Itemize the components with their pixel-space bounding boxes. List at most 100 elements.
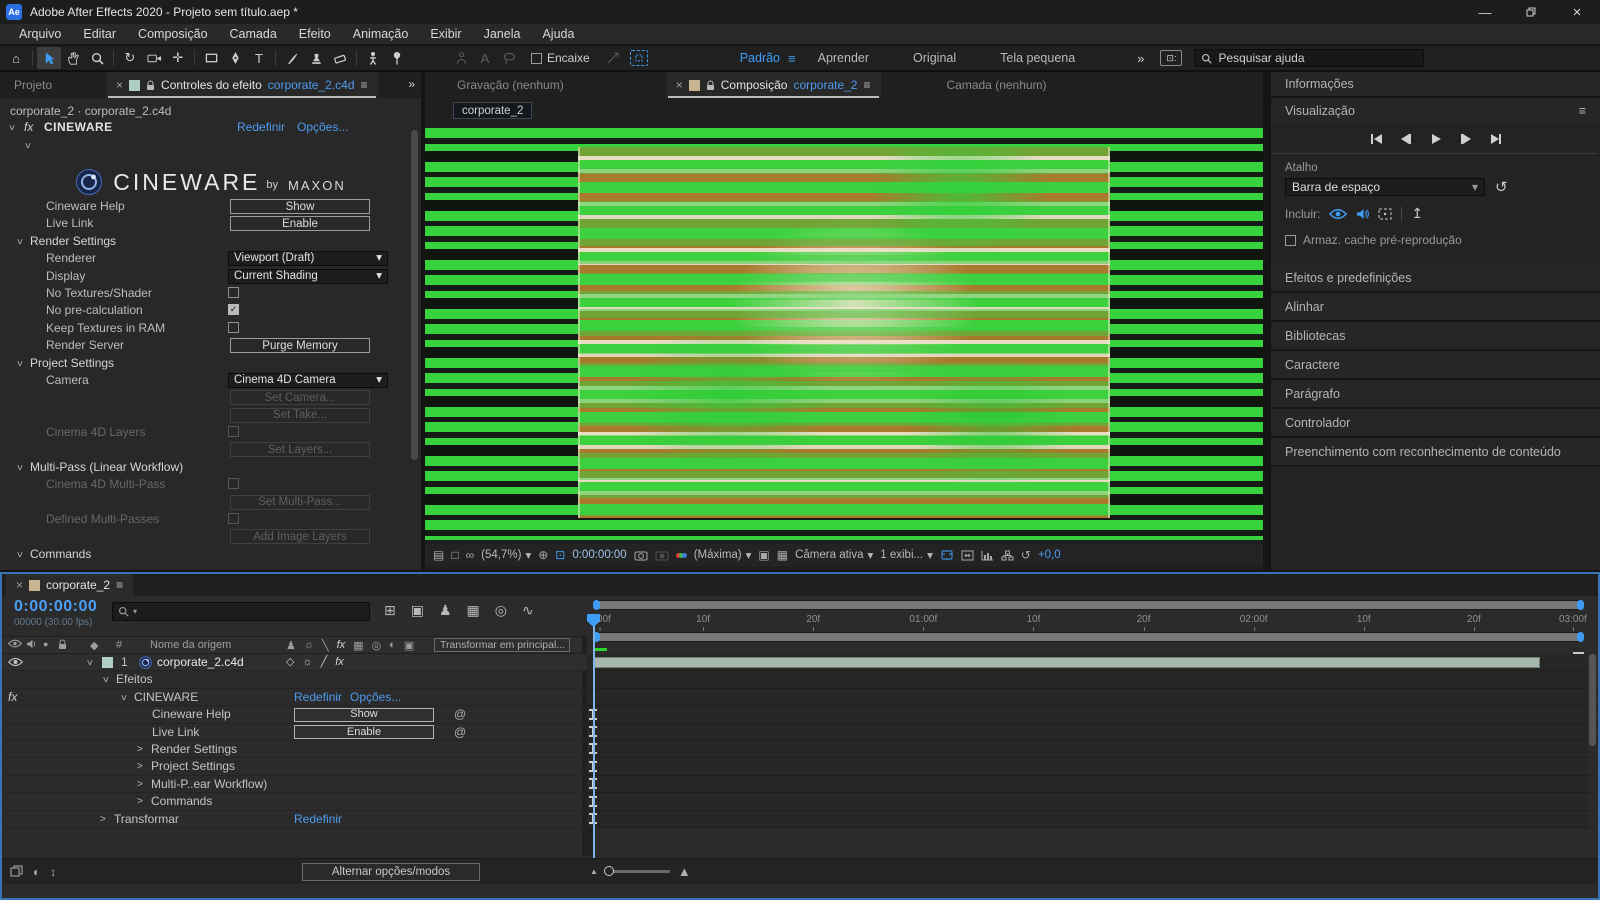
twirl-icon[interactable]: > <box>100 811 106 828</box>
effect-dropdown[interactable]: Current Shading ▾ <box>228 268 388 284</box>
zoom-slider-track[interactable] <box>603 866 670 876</box>
composition-chip[interactable]: corporate_2 <box>453 102 533 119</box>
effect-row[interactable]: > Commands <box>0 546 421 563</box>
include-video-icon[interactable] <box>1329 208 1348 220</box>
twirl-icon[interactable]: > <box>114 694 131 700</box>
timeline-row[interactable]: Cineware Help Show @ <box>2 706 1598 724</box>
effect-checkbox[interactable]: ✓ <box>228 304 239 316</box>
menu-item[interactable]: Ajuda <box>531 27 585 41</box>
zoom-level-dropdown[interactable]: (54,7%) ▾ <box>481 548 531 562</box>
label-column-icon[interactable]: ◆ <box>90 639 98 652</box>
layer-color-swatch[interactable] <box>102 657 113 668</box>
effect-button[interactable]: Purge Memory <box>230 338 370 354</box>
stamp-tool[interactable] <box>304 47 328 69</box>
effect-row[interactable]: No Textures/Shader <box>0 285 421 302</box>
zoom-in-icon[interactable]: ▲ <box>678 864 691 879</box>
property-button[interactable]: Show <box>294 707 434 722</box>
twirl-icon[interactable]: > <box>10 238 27 244</box>
tab-footage[interactable]: Gravação (nenhum) <box>443 78 578 92</box>
fx-switch-icon[interactable]: fx <box>337 639 346 652</box>
menu-item[interactable]: Exibir <box>419 27 472 41</box>
timeline-scrollbar[interactable] <box>1589 654 1596 746</box>
layer-visibility-icon[interactable] <box>8 657 23 667</box>
lock-icon[interactable] <box>146 80 155 91</box>
minimize-button[interactable]: — <box>1462 0 1508 24</box>
close-tab-icon[interactable]: × <box>116 78 123 92</box>
flowchart-icon[interactable] <box>1001 550 1014 561</box>
hand-tool[interactable] <box>61 47 85 69</box>
composition-flowchart-icon[interactable]: ⊞ <box>384 602 396 619</box>
viewer-timecode[interactable]: 0:00:00:00 <box>572 549 626 561</box>
close-tab-icon[interactable]: × <box>16 578 23 592</box>
xray-icon[interactable] <box>629 50 648 66</box>
snapshot-icon[interactable] <box>634 550 648 561</box>
type-tool[interactable]: T <box>247 47 271 69</box>
view-layout-dropdown[interactable]: 1 exibi... ▾ <box>880 548 933 562</box>
close-tab-icon[interactable]: × <box>676 78 683 92</box>
collapsed-panel-header[interactable]: Controlador <box>1271 409 1600 438</box>
twirl-icon[interactable]: > <box>137 741 143 758</box>
effect-row[interactable]: Renderer Viewport (Draft) ▾ <box>0 250 421 267</box>
snap-checkbox[interactable] <box>531 52 542 64</box>
selection-tool[interactable] <box>37 47 61 69</box>
timeline-row[interactable]: Live Link Enable @ <box>2 723 1598 741</box>
workspace-menu-icon[interactable]: ≡ <box>788 51 796 66</box>
target-region-icon[interactable]: ▣ <box>758 548 769 562</box>
next-frame-button[interactable] <box>1459 133 1473 145</box>
timeline-row[interactable]: > Project Settings <box>2 758 1598 776</box>
previous-frame-button[interactable] <box>1399 133 1413 145</box>
eraser-tool[interactable] <box>328 47 352 69</box>
gizmo-icon[interactable] <box>940 549 954 561</box>
tab-composition[interactable]: × Composição corporate_2 ≡ <box>665 72 881 98</box>
solo-column-icon[interactable]: ● <box>43 639 48 649</box>
panel-menu-icon[interactable]: ≡ <box>1579 104 1586 118</box>
show-snapshot-icon[interactable] <box>655 550 669 561</box>
vr-goggles-icon[interactable]: ∞ <box>466 548 475 562</box>
include-audio-icon[interactable] <box>1356 208 1370 220</box>
group-label[interactable]: Efeitos <box>116 671 153 688</box>
effect-row[interactable]: Set Layers... <box>0 441 421 458</box>
effect-options-link[interactable]: Opções... <box>350 689 401 706</box>
adjustment-switch-icon[interactable]: ◐ <box>389 639 396 652</box>
group-label[interactable]: Multi-P..ear Workflow) <box>151 776 267 793</box>
menu-item[interactable]: Editar <box>72 27 127 41</box>
timeline-row[interactable]: > Efeitos <box>2 671 1598 689</box>
timeline-row[interactable]: > Commands <box>2 793 1598 811</box>
expression-icon[interactable]: @ <box>454 724 466 741</box>
effect-name[interactable]: CINEWARE <box>134 689 198 706</box>
grid-guides-icon[interactable]: ⊕ <box>538 548 548 562</box>
collapse-icon[interactable]: ☼ <box>302 654 312 671</box>
effect-row[interactable]: > Project Settings <box>0 355 421 372</box>
work-area-bar[interactable] <box>593 632 1584 642</box>
effect-header[interactable]: > fx CINEWARE Redefinir Opções... <box>0 120 421 138</box>
lock-column-icon[interactable] <box>58 639 67 650</box>
collapsed-panel-header[interactable]: Alinhar <box>1271 293 1600 322</box>
collapsed-panel-header[interactable]: Bibliotecas <box>1271 322 1600 351</box>
transform-label[interactable]: Transformar <box>114 811 179 828</box>
inout-columns-icon[interactable]: ↕ <box>50 865 56 879</box>
pan-behind-tool[interactable]: ✛ <box>166 47 190 69</box>
pixel-aspect-icon[interactable] <box>961 550 974 561</box>
effect-row[interactable]: Set Multi-Pass... <box>0 494 421 511</box>
transform-reset-link[interactable]: Redefinir <box>294 811 342 828</box>
effect-checkbox[interactable] <box>228 286 239 298</box>
effect-row[interactable]: Display Current Shading ▾ <box>0 268 421 285</box>
audio-column-icon[interactable] <box>26 639 37 649</box>
timeline-row[interactable]: > Multi-P..ear Workflow) <box>2 775 1598 794</box>
lock-icon[interactable] <box>706 80 715 91</box>
twirl-icon[interactable]: > <box>96 677 113 683</box>
timeline-row[interactable]: fx > CINEWARE Redefinir Opções... <box>2 688 1598 707</box>
last-frame-button[interactable] <box>1489 133 1503 145</box>
frame-blending-icon[interactable]: ▦ <box>467 602 480 619</box>
timeline-tab[interactable]: × corporate_2 ≡ <box>6 574 134 596</box>
effect-row[interactable]: Add Image Layers <box>0 528 421 545</box>
help-search-input[interactable] <box>1218 51 1399 65</box>
effect-row[interactable]: Defined Multi-Passes <box>0 511 421 528</box>
source-name-column[interactable]: Nome da origem <box>150 639 231 651</box>
fx-icon[interactable]: fx <box>335 654 344 671</box>
shy-layers-icon[interactable]: ♟ <box>439 602 452 619</box>
twirl-icon[interactable]: > <box>10 464 27 470</box>
effect-panel-scrollbar[interactable] <box>411 130 418 460</box>
channels-icon[interactable] <box>675 549 687 561</box>
timeline-row[interactable]: > Render Settings <box>2 740 1598 759</box>
